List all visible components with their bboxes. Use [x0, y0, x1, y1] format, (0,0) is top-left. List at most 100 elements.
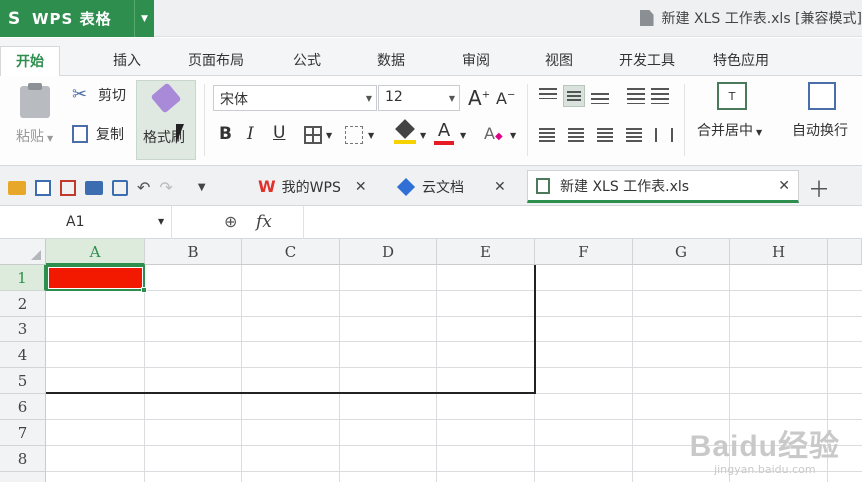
export-pdf-icon[interactable] — [60, 179, 76, 196]
zoom-function-icon[interactable]: ⊕ — [224, 212, 237, 231]
gridline — [46, 367, 862, 368]
font-size-select[interactable]: 12 ▼ — [378, 85, 460, 111]
font-color-icon: A — [437, 120, 451, 141]
worksheet-grid[interactable]: A B C D E F G H 1 2 3 4 5 6 7 8 Baidu经验 … — [0, 239, 862, 482]
close-icon[interactable]: ✕ — [355, 179, 367, 195]
fill-color-button[interactable] — [394, 119, 416, 146]
baidu-watermark: Baidu经验 jingyan.baidu.com — [690, 421, 840, 476]
quick-actions: ↶ ↷ ▼ — [8, 178, 206, 197]
column-header-d[interactable]: D — [340, 239, 437, 265]
grow-font-button[interactable]: A+ — [468, 86, 490, 110]
open-folder-icon[interactable] — [8, 180, 26, 195]
tab-insert[interactable]: 插入 — [113, 50, 141, 70]
selected-cell-a1[interactable] — [46, 265, 145, 291]
quick-access-toolbar: ↶ ↷ ▼ W 我的WPS ✕ 云文档 ✕ 新建 XLS 工作表.xls ✕ ＋ — [0, 166, 862, 206]
row-header-7[interactable]: 7 — [0, 420, 46, 446]
chevron-down-icon[interactable]: ▼ — [326, 131, 332, 140]
fx-button[interactable]: fx — [256, 212, 272, 232]
row-header-2[interactable]: 2 — [0, 291, 46, 317]
align-center-icon[interactable] — [568, 128, 584, 142]
gridline — [535, 393, 862, 394]
fill-handle[interactable] — [141, 287, 147, 293]
tab-home[interactable]: 开始 — [0, 46, 60, 76]
new-tab-plus-icon[interactable]: ＋ — [808, 172, 830, 204]
row-header-1[interactable]: 1 — [0, 265, 46, 291]
align-top-icon[interactable] — [539, 88, 557, 99]
wrap-text-button[interactable]: 自动换行 — [792, 82, 848, 140]
close-icon[interactable]: ✕ — [494, 179, 506, 195]
chevron-down-icon[interactable]: ▼ — [198, 182, 206, 193]
merge-center-button[interactable]: T 合并居中 ▼ — [697, 82, 762, 140]
column-header-c[interactable]: C — [242, 239, 340, 265]
row-header-8[interactable]: 8 — [0, 446, 46, 472]
chevron-down-icon: ▼ — [448, 94, 455, 103]
row-header-3[interactable]: 3 — [0, 317, 46, 342]
row-header-6[interactable]: 6 — [0, 394, 46, 420]
clear-format-icon[interactable]: A◆ — [484, 124, 503, 143]
column-header-h[interactable]: H — [730, 239, 828, 265]
select-all-corner[interactable] — [0, 239, 46, 265]
row-header-5[interactable]: 5 — [0, 368, 46, 394]
chevron-down-icon[interactable]: ▼ — [510, 131, 516, 140]
window-title-text: 新建 XLS 工作表.xls [兼容模式] — [661, 11, 862, 27]
column-header-a[interactable]: A — [46, 239, 145, 265]
format-painter-button[interactable]: 格式刷 — [136, 80, 196, 160]
cell-style-icon[interactable] — [345, 126, 363, 144]
print-icon[interactable] — [85, 180, 103, 195]
font-name-select[interactable]: 宋体 ▼ — [213, 85, 377, 111]
chevron-down-icon[interactable]: ▼ — [420, 131, 426, 140]
tab-view[interactable]: 视图 — [545, 50, 573, 70]
copy-button[interactable]: 复制 — [72, 124, 124, 144]
chevron-down-icon[interactable]: ▼ — [368, 131, 374, 140]
italic-button[interactable]: I — [247, 124, 254, 144]
font-color-button[interactable]: A — [434, 120, 454, 146]
paste-button[interactable]: 粘贴 ▼ — [16, 83, 53, 146]
underline-button[interactable]: U — [273, 123, 285, 143]
align-bottom-icon[interactable] — [591, 93, 609, 104]
bold-button[interactable]: B — [219, 124, 232, 144]
app-menu-button[interactable]: S WPS 表格 ▼ — [0, 0, 154, 37]
tab-developer[interactable]: 开发工具 — [619, 50, 675, 70]
row-header-4[interactable]: 4 — [0, 342, 46, 368]
print-preview-icon[interactable] — [112, 179, 128, 196]
row-header-overflow[interactable] — [0, 472, 46, 482]
tab-formulas[interactable]: 公式 — [293, 50, 321, 70]
chevron-down-icon[interactable]: ▼ — [134, 0, 154, 37]
xls-file-icon — [536, 177, 550, 194]
indent-increase-icon[interactable] — [651, 88, 669, 104]
align-middle-icon[interactable] — [563, 85, 585, 107]
cut-button[interactable]: ✂ 剪切 — [72, 84, 126, 105]
justify-icon[interactable] — [626, 128, 642, 142]
cell-a1-fill — [49, 268, 142, 288]
column-header-e[interactable]: E — [437, 239, 535, 265]
tab-page-layout[interactable]: 页面布局 — [188, 50, 244, 70]
font-color-swatch — [434, 141, 454, 145]
tab-special-apps[interactable]: 特色应用 — [713, 50, 769, 70]
align-left-icon[interactable] — [539, 128, 555, 142]
tab-data[interactable]: 数据 — [377, 50, 405, 70]
column-header-g[interactable]: G — [633, 239, 730, 265]
indent-decrease-icon[interactable] — [627, 88, 645, 104]
close-icon[interactable]: ✕ — [778, 178, 790, 194]
doc-tab-label: 云文档 — [422, 179, 464, 196]
tab-review[interactable]: 审阅 — [462, 50, 490, 70]
save-icon[interactable] — [35, 179, 51, 196]
doc-tab-cloud-docs[interactable]: 云文档 ✕ — [396, 170, 506, 203]
name-box[interactable]: A1 ▼ — [0, 206, 172, 239]
redo-icon[interactable]: ↷ — [159, 178, 172, 197]
column-header-b[interactable]: B — [145, 239, 242, 265]
undo-icon[interactable]: ↶ — [137, 178, 150, 197]
font-size-value: 12 — [385, 89, 403, 105]
shrink-font-button[interactable]: A− — [496, 89, 515, 108]
align-right-icon[interactable] — [597, 128, 613, 142]
column-header-overflow[interactable] — [828, 239, 862, 265]
doc-tab-my-wps[interactable]: W 我的WPS ✕ — [258, 170, 367, 203]
column-header-f[interactable]: F — [535, 239, 633, 265]
copy-label: 复制 — [96, 127, 124, 143]
distribute-icon[interactable] — [655, 128, 673, 142]
scissors-icon: ✂ — [72, 84, 88, 105]
formula-input[interactable] — [303, 206, 862, 239]
borders-icon[interactable] — [304, 126, 322, 144]
chevron-down-icon[interactable]: ▼ — [460, 131, 466, 140]
doc-tab-active-workbook[interactable]: 新建 XLS 工作表.xls ✕ — [527, 170, 799, 203]
